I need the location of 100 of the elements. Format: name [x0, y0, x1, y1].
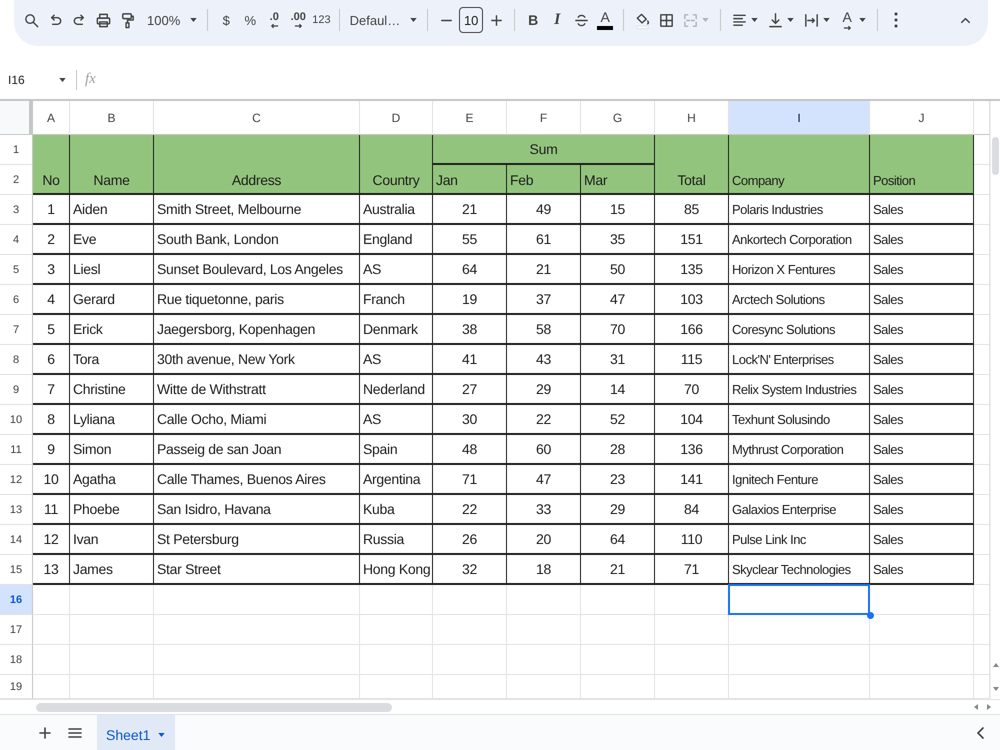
row-header[interactable]: 2	[0, 165, 33, 195]
borders-icon[interactable]	[658, 12, 675, 28]
fill-color-icon[interactable]	[634, 12, 651, 28]
column-header[interactable]: A	[33, 101, 70, 135]
arrow-left-icon[interactable]	[974, 704, 978, 710]
table-cell: 20	[507, 525, 581, 555]
strikethrough-icon[interactable]	[572, 12, 590, 28]
table-header-cell: Address	[154, 135, 360, 195]
scrollbar-thumb[interactable]	[992, 137, 999, 175]
row-header[interactable]: 15	[0, 555, 33, 585]
row-header[interactable]: 14	[0, 525, 33, 555]
align-icon[interactable]	[730, 12, 748, 28]
table-cell: 43	[507, 345, 581, 375]
row-header[interactable]: 16	[0, 585, 33, 615]
table-cell: South Bank, London	[154, 225, 360, 255]
table-cell: Sales	[870, 345, 974, 375]
table-header-cell: Position	[870, 135, 974, 195]
sheet-tab[interactable]: Sheet1	[97, 715, 176, 750]
table-cell: Pulse Link Inc	[729, 525, 870, 555]
table-cell: Erick	[70, 315, 154, 345]
row-header[interactable]: 11	[0, 435, 33, 465]
text-color-button[interactable]: A	[593, 6, 618, 34]
table-header-cell: Name	[70, 135, 154, 195]
table-cell: 47	[581, 285, 655, 315]
table-cell: Argentina	[360, 465, 433, 495]
italic-button[interactable]: I	[545, 6, 570, 34]
table-cell: 31	[581, 345, 655, 375]
selected-cell[interactable]	[728, 584, 870, 615]
table-cell: Ankortech Corporation	[729, 225, 870, 255]
row-header[interactable]: 12	[0, 465, 33, 495]
row-header[interactable]: 18	[0, 645, 33, 675]
percent-button[interactable]: %	[238, 6, 262, 34]
table-cell: Sales	[870, 435, 974, 465]
column-header[interactable]: J	[870, 101, 974, 135]
column-header[interactable]: H	[655, 101, 729, 135]
select-all-corner[interactable]	[0, 101, 33, 135]
table-cell: Eve	[70, 225, 154, 255]
scrollbar-thumb[interactable]	[36, 702, 392, 712]
text-rotation-button[interactable]: A	[835, 6, 860, 34]
arrow-up-icon[interactable]	[992, 663, 998, 667]
row-header[interactable]: 6	[0, 285, 33, 315]
row-header[interactable]: 13	[0, 495, 33, 525]
decrease-decimal-button[interactable]: .0	[262, 6, 286, 34]
table-cell: AS	[360, 405, 433, 435]
caret-icon[interactable]	[751, 18, 758, 22]
print-icon[interactable]	[94, 12, 112, 28]
table-cell: 21	[433, 195, 507, 225]
table-cell: 64	[433, 255, 507, 285]
column-header[interactable]: F	[507, 101, 581, 135]
row-header[interactable]: 8	[0, 345, 33, 375]
column-header[interactable]: G	[581, 101, 655, 135]
column-header[interactable]: E	[433, 101, 507, 135]
bold-button[interactable]: B	[521, 6, 546, 34]
increase-decimal-button[interactable]: .00	[286, 6, 310, 34]
caret-icon[interactable]	[190, 18, 198, 22]
caret-icon[interactable]	[823, 18, 830, 22]
table-cell: 33	[507, 495, 581, 525]
caret-icon[interactable]	[410, 18, 418, 22]
caret-icon[interactable]	[158, 732, 166, 736]
column-header[interactable]: I	[729, 101, 870, 135]
table-cell: 64	[581, 525, 655, 555]
caret-icon[interactable]	[787, 18, 794, 22]
table-cell: Franch	[360, 285, 433, 315]
row-header[interactable]: 19	[0, 675, 33, 699]
currency-button[interactable]: $	[214, 6, 238, 34]
text-wrap-icon[interactable]	[802, 12, 820, 28]
column-header[interactable]: D	[360, 101, 433, 135]
table-header-cell: Total	[655, 135, 729, 195]
caret-icon[interactable]	[859, 18, 866, 22]
number-format-button[interactable]: 123	[310, 6, 333, 34]
table-cell: 9	[33, 435, 70, 465]
arrow-down-icon[interactable]	[992, 687, 998, 691]
row-header[interactable]: 9	[0, 375, 33, 405]
search-icon[interactable]	[22, 12, 40, 28]
row-header[interactable]: 10	[0, 405, 33, 435]
name-box[interactable]: I16	[8, 72, 70, 86]
table-cell: 14	[581, 375, 655, 405]
row-header[interactable]: 4	[0, 225, 33, 255]
column-header[interactable]: B	[70, 101, 154, 135]
table-cell: Galaxios Enterprise	[729, 495, 870, 525]
row-header[interactable]: 17	[0, 615, 33, 645]
row-header[interactable]: 1	[0, 135, 33, 165]
row-header[interactable]: 7	[0, 315, 33, 345]
more-icon[interactable]	[894, 12, 898, 28]
font-select[interactable]: Defaul…	[346, 6, 422, 34]
column-header[interactable]: C	[154, 101, 360, 135]
row-header[interactable]: 5	[0, 255, 33, 285]
table-cell: 11	[33, 495, 70, 525]
table-cell: Sales	[870, 555, 974, 585]
column-header[interactable]	[974, 101, 990, 135]
table-header-cell: Country	[360, 135, 433, 195]
table-cell: Mythrust Corporation	[729, 435, 870, 465]
row-header[interactable]: 3	[0, 195, 33, 225]
zoom-select[interactable]: 100%	[143, 6, 202, 34]
vertical-align-icon[interactable]	[766, 12, 784, 28]
arrow-right-icon[interactable]	[987, 704, 991, 710]
caret-icon[interactable]	[59, 78, 66, 82]
table-header-cell: No	[33, 135, 70, 195]
font-size-field[interactable]: 10	[459, 7, 484, 33]
table-cell: 103	[655, 285, 729, 315]
